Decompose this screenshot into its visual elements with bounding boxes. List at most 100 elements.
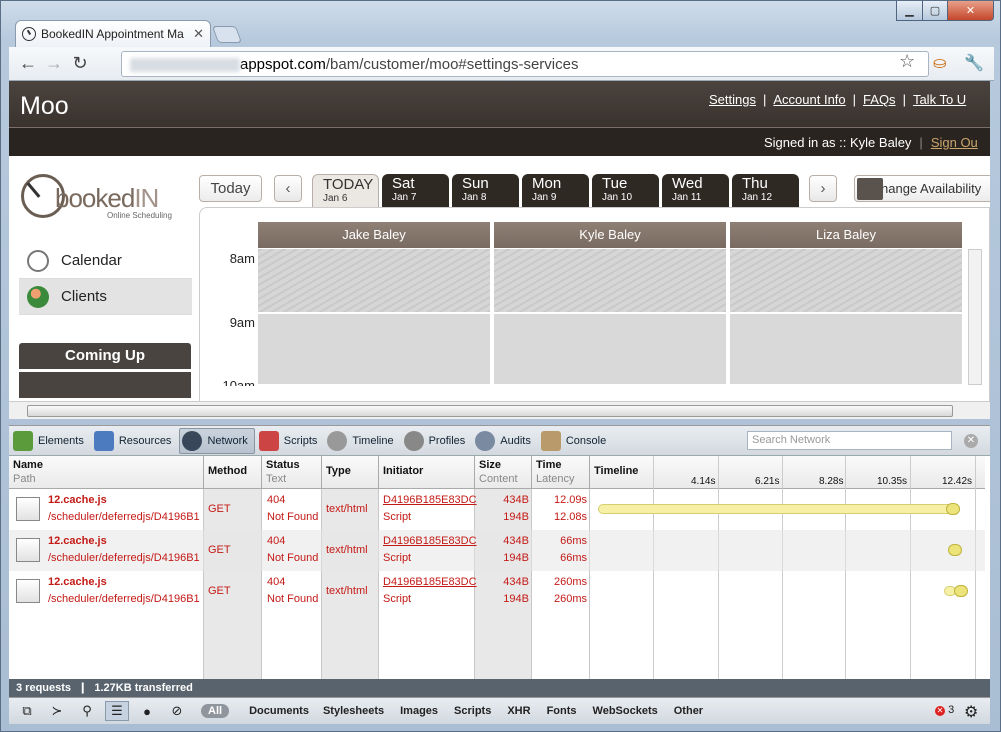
search-icon[interactable]: ⚲: [75, 701, 99, 721]
console-drawer-icon[interactable]: ≻: [45, 701, 69, 721]
table-row[interactable]: 12.cache.js/scheduler/deferredjs/D4196B1…: [9, 489, 985, 530]
request-status-text: Not Found: [267, 511, 319, 523]
filter-images[interactable]: Images: [400, 705, 438, 717]
tab-network[interactable]: Network: [179, 427, 255, 454]
hour-label: 10am: [222, 378, 255, 386]
close-tab-icon[interactable]: ✕: [193, 26, 204, 42]
tab-elements[interactable]: Elements: [11, 428, 90, 454]
change-availability-button[interactable]: hange Availability: [854, 175, 990, 202]
tab-audits[interactable]: Audits: [473, 428, 537, 454]
reload-icon[interactable]: ↻: [67, 51, 93, 77]
filter-xhr[interactable]: XHR: [507, 705, 530, 717]
table-row[interactable]: 12.cache.js/scheduler/deferredjs/D4196B1…: [9, 530, 985, 571]
day-tab-today[interactable]: TODAY Jan 6: [312, 174, 379, 207]
error-count[interactable]: ✕ 3: [935, 704, 954, 716]
search-network-input[interactable]: Search Network: [747, 431, 952, 450]
network-summary: 3 requests ❙ 1.27KB transferred: [9, 679, 990, 697]
time-slot-unavailable[interactable]: [730, 249, 962, 312]
initiator-link[interactable]: D4196B185E83DC: [383, 535, 477, 547]
day-tab-thu[interactable]: Thu Jan 12: [732, 174, 799, 207]
faqs-link[interactable]: FAQs: [863, 92, 896, 107]
header-links: Settings | Account Info | FAQs | Talk To U: [709, 92, 967, 107]
day-tab-mon[interactable]: Mon Jan 9: [522, 174, 589, 207]
request-status: 404: [267, 535, 286, 547]
back-icon[interactable]: ←: [15, 51, 41, 77]
time-slot[interactable]: [258, 314, 490, 384]
wrench-icon[interactable]: 🔧: [964, 53, 984, 73]
logo-text: booked: [55, 183, 135, 213]
tab-console[interactable]: Console: [539, 428, 612, 454]
tab-profiles[interactable]: Profiles: [402, 428, 472, 454]
sidebar-item-calendar[interactable]: Calendar: [19, 243, 192, 279]
day-tab-wed[interactable]: Wed Jan 11: [662, 174, 729, 207]
bookmark-star-icon[interactable]: ☆: [899, 51, 915, 72]
account-info-link[interactable]: Account Info: [773, 92, 845, 107]
col-size-header[interactable]: Size Content: [475, 456, 532, 489]
tab-resources[interactable]: Resources: [92, 428, 178, 454]
col-name-header[interactable]: Name Path: [9, 456, 204, 489]
col-method-header[interactable]: Method: [204, 456, 262, 489]
file-icon: [16, 497, 40, 521]
new-tab-button[interactable]: [211, 26, 243, 43]
initiator-link[interactable]: D4196B185E83DC: [383, 494, 477, 506]
filter-other[interactable]: Other: [674, 705, 703, 717]
talk-to-us-link[interactable]: Talk To U: [913, 92, 966, 107]
col-time-header[interactable]: Time Latency: [532, 456, 590, 489]
filter-stylesheets[interactable]: Stylesheets: [323, 705, 384, 717]
prev-week-button[interactable]: ‹: [274, 175, 302, 202]
calendar-scrollbar[interactable]: [968, 249, 982, 385]
col-initiator-header[interactable]: Initiator: [379, 456, 475, 489]
sign-out-link[interactable]: Sign Ou: [931, 135, 978, 150]
time-slot-unavailable[interactable]: [494, 249, 726, 312]
dock-icon[interactable]: ⧉: [15, 701, 39, 721]
today-button[interactable]: Today: [199, 175, 262, 202]
col-type-header[interactable]: Type: [322, 456, 379, 489]
extension-basket-icon[interactable]: ⛀: [933, 53, 946, 73]
settings-link[interactable]: Settings: [709, 92, 756, 107]
hour-label: 8am: [229, 251, 255, 266]
initiator-link[interactable]: D4196B185E83DC: [383, 576, 477, 588]
scrollbar-thumb[interactable]: [27, 405, 953, 417]
request-path: /scheduler/deferredjs/D4196B1: [48, 511, 200, 523]
col-status-header[interactable]: Status Text: [262, 456, 322, 489]
time-slot[interactable]: [494, 314, 726, 384]
request-content-size: 194B: [503, 511, 529, 523]
filter-all[interactable]: All: [201, 704, 230, 718]
col-timeline-header[interactable]: Timeline: [590, 456, 985, 489]
day-tab-tue[interactable]: Tue Jan 10: [592, 174, 659, 207]
next-week-button[interactable]: ›: [809, 175, 837, 202]
close-devtools-icon[interactable]: ✕: [964, 434, 978, 448]
forward-icon[interactable]: →: [41, 51, 67, 77]
sidebar-item-clients[interactable]: Clients: [19, 279, 192, 315]
record-icon[interactable]: ●: [135, 701, 159, 721]
elements-icon: [13, 430, 33, 451]
list-view-icon[interactable]: ☰: [105, 701, 129, 721]
bookedin-logo: bookedIN Online Scheduling: [19, 169, 189, 220]
staff-column-header: Kyle Baley: [494, 222, 726, 248]
user-bar: Signed in as :: Kyle Baley | Sign Ou: [9, 128, 990, 156]
filter-websockets[interactable]: WebSockets: [593, 705, 658, 717]
address-bar[interactable]: appspot.com/bam/customer/moo#settings-se…: [121, 51, 929, 77]
browser-tab[interactable]: BookedIN Appointment Ma ✕: [15, 20, 211, 47]
settings-gear-icon[interactable]: ⚙: [964, 702, 978, 722]
clear-icon[interactable]: ⊘: [165, 701, 189, 721]
time-slot-unavailable[interactable]: [258, 249, 490, 312]
tab-timeline[interactable]: Timeline: [325, 428, 399, 454]
request-type: text/html: [326, 544, 368, 556]
network-icon: [182, 430, 203, 451]
tab-scripts[interactable]: Scripts: [257, 428, 324, 454]
time-slot[interactable]: [730, 314, 962, 384]
close-window-button[interactable]: ✕: [947, 1, 994, 21]
day-tab-sat[interactable]: Sat Jan 7: [382, 174, 449, 207]
request-method: GET: [208, 544, 231, 556]
filter-documents[interactable]: Documents: [249, 705, 309, 717]
filter-scripts[interactable]: Scripts: [454, 705, 491, 717]
request-path: /scheduler/deferredjs/D4196B1: [48, 552, 200, 564]
maximize-button[interactable]: ▢: [922, 1, 948, 21]
table-row[interactable]: 12.cache.js/scheduler/deferredjs/D4196B1…: [9, 571, 985, 612]
web-page: Moo Settings | Account Info | FAQs | Talk To U…: [9, 81, 990, 401]
horizontal-scrollbar[interactable]: [9, 401, 990, 419]
minimize-button[interactable]: ▁: [896, 1, 923, 21]
filter-fonts[interactable]: Fonts: [547, 705, 577, 717]
day-tab-sun[interactable]: Sun Jan 8: [452, 174, 519, 207]
